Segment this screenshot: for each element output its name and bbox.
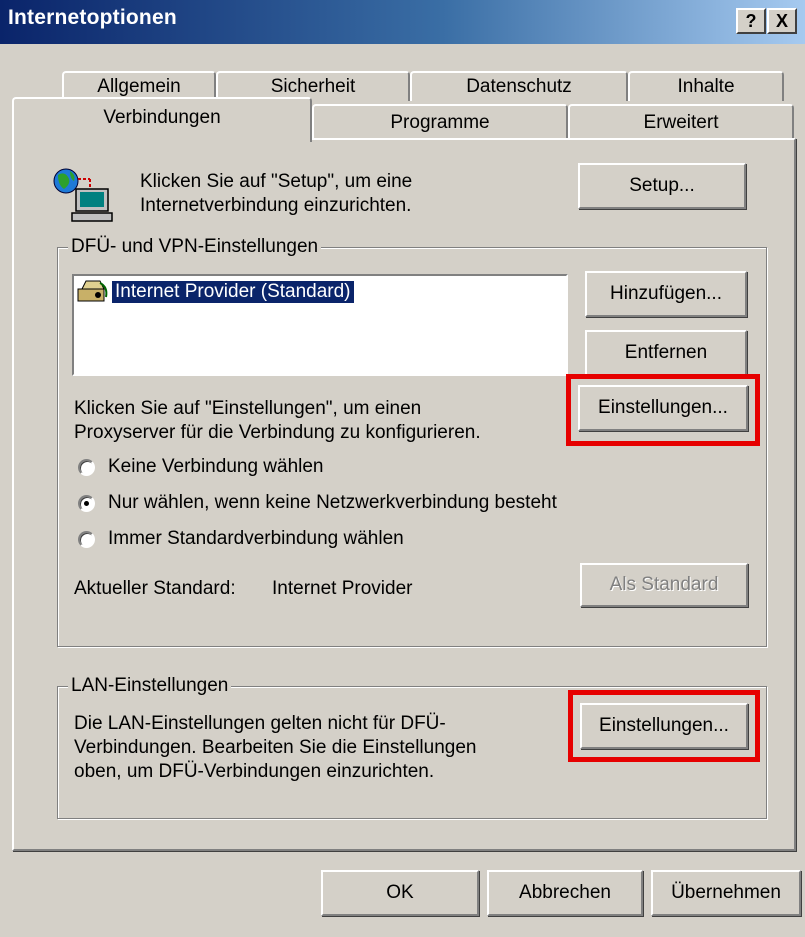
window-title: Internetoptionen (8, 6, 177, 29)
ok-button[interactable]: OK (321, 870, 479, 916)
tab-verbindungen[interactable]: Verbindungen (12, 97, 312, 142)
lan-settings-button[interactable]: Einstellungen... (580, 703, 748, 749)
radio-dial-when-no-network-label: Nur wählen, wenn keine Netzwerkverbindun… (108, 492, 557, 513)
radio-always-dial[interactable] (78, 531, 95, 548)
lan-text-line1: Die LAN-Einstellungen gelten nicht für D… (74, 713, 446, 734)
list-item[interactable]: Internet Provider (Standard) (76, 279, 354, 305)
current-default-label: Aktueller Standard: (74, 578, 236, 599)
connection-name: Internet Provider (Standard) (112, 281, 354, 303)
current-default-value: Internet Provider (272, 578, 413, 599)
add-button[interactable]: Hinzufügen... (585, 271, 747, 317)
apply-button[interactable]: Übernehmen (651, 870, 801, 916)
remove-button[interactable]: Entfernen (585, 330, 747, 376)
tab-erweitert[interactable]: Erweitert (568, 104, 794, 140)
proxy-text-line2: Proxyserver für die Verbindung zu konfig… (74, 422, 481, 443)
close-button[interactable]: X (767, 8, 797, 34)
proxy-text-line1: Klicken Sie auf "Einstellungen", um eine… (74, 398, 422, 419)
connections-listbox[interactable]: Internet Provider (Standard) (72, 274, 568, 376)
help-button[interactable]: ? (736, 8, 766, 34)
tab-inhalte[interactable]: Inhalte (628, 71, 784, 101)
radio-always-dial-label: Immer Standardverbindung wählen (108, 528, 404, 549)
lan-legend: LAN-Einstellungen (68, 675, 232, 697)
radio-dial-when-no-network[interactable] (78, 495, 95, 512)
lan-text-line2: Verbindungen. Bearbeiten Sie die Einstel… (74, 737, 477, 758)
cancel-button[interactable]: Abbrechen (487, 870, 643, 916)
setup-text-line1: Klicken Sie auf "Setup", um eine (140, 171, 413, 192)
set-default-button[interactable]: Als Standard (580, 563, 748, 607)
radio-never-dial[interactable] (78, 459, 95, 476)
dialup-settings-button[interactable]: Einstellungen... (578, 385, 748, 431)
setup-button[interactable]: Setup... (578, 163, 746, 209)
lan-text-line3: oben, um DFÜ-Verbindungen einzurichten. (74, 761, 435, 782)
network-computer-icon (50, 165, 116, 225)
tab-datenschutz[interactable]: Datenschutz (410, 71, 628, 101)
setup-text-line2: Internetverbindung einzurichten. (140, 195, 412, 216)
dialup-connection-icon (76, 279, 112, 305)
dialup-legend: DFÜ- und VPN-Einstellungen (68, 236, 322, 258)
tab-programme[interactable]: Programme (312, 104, 568, 140)
radio-never-dial-label: Keine Verbindung wählen (108, 456, 324, 477)
